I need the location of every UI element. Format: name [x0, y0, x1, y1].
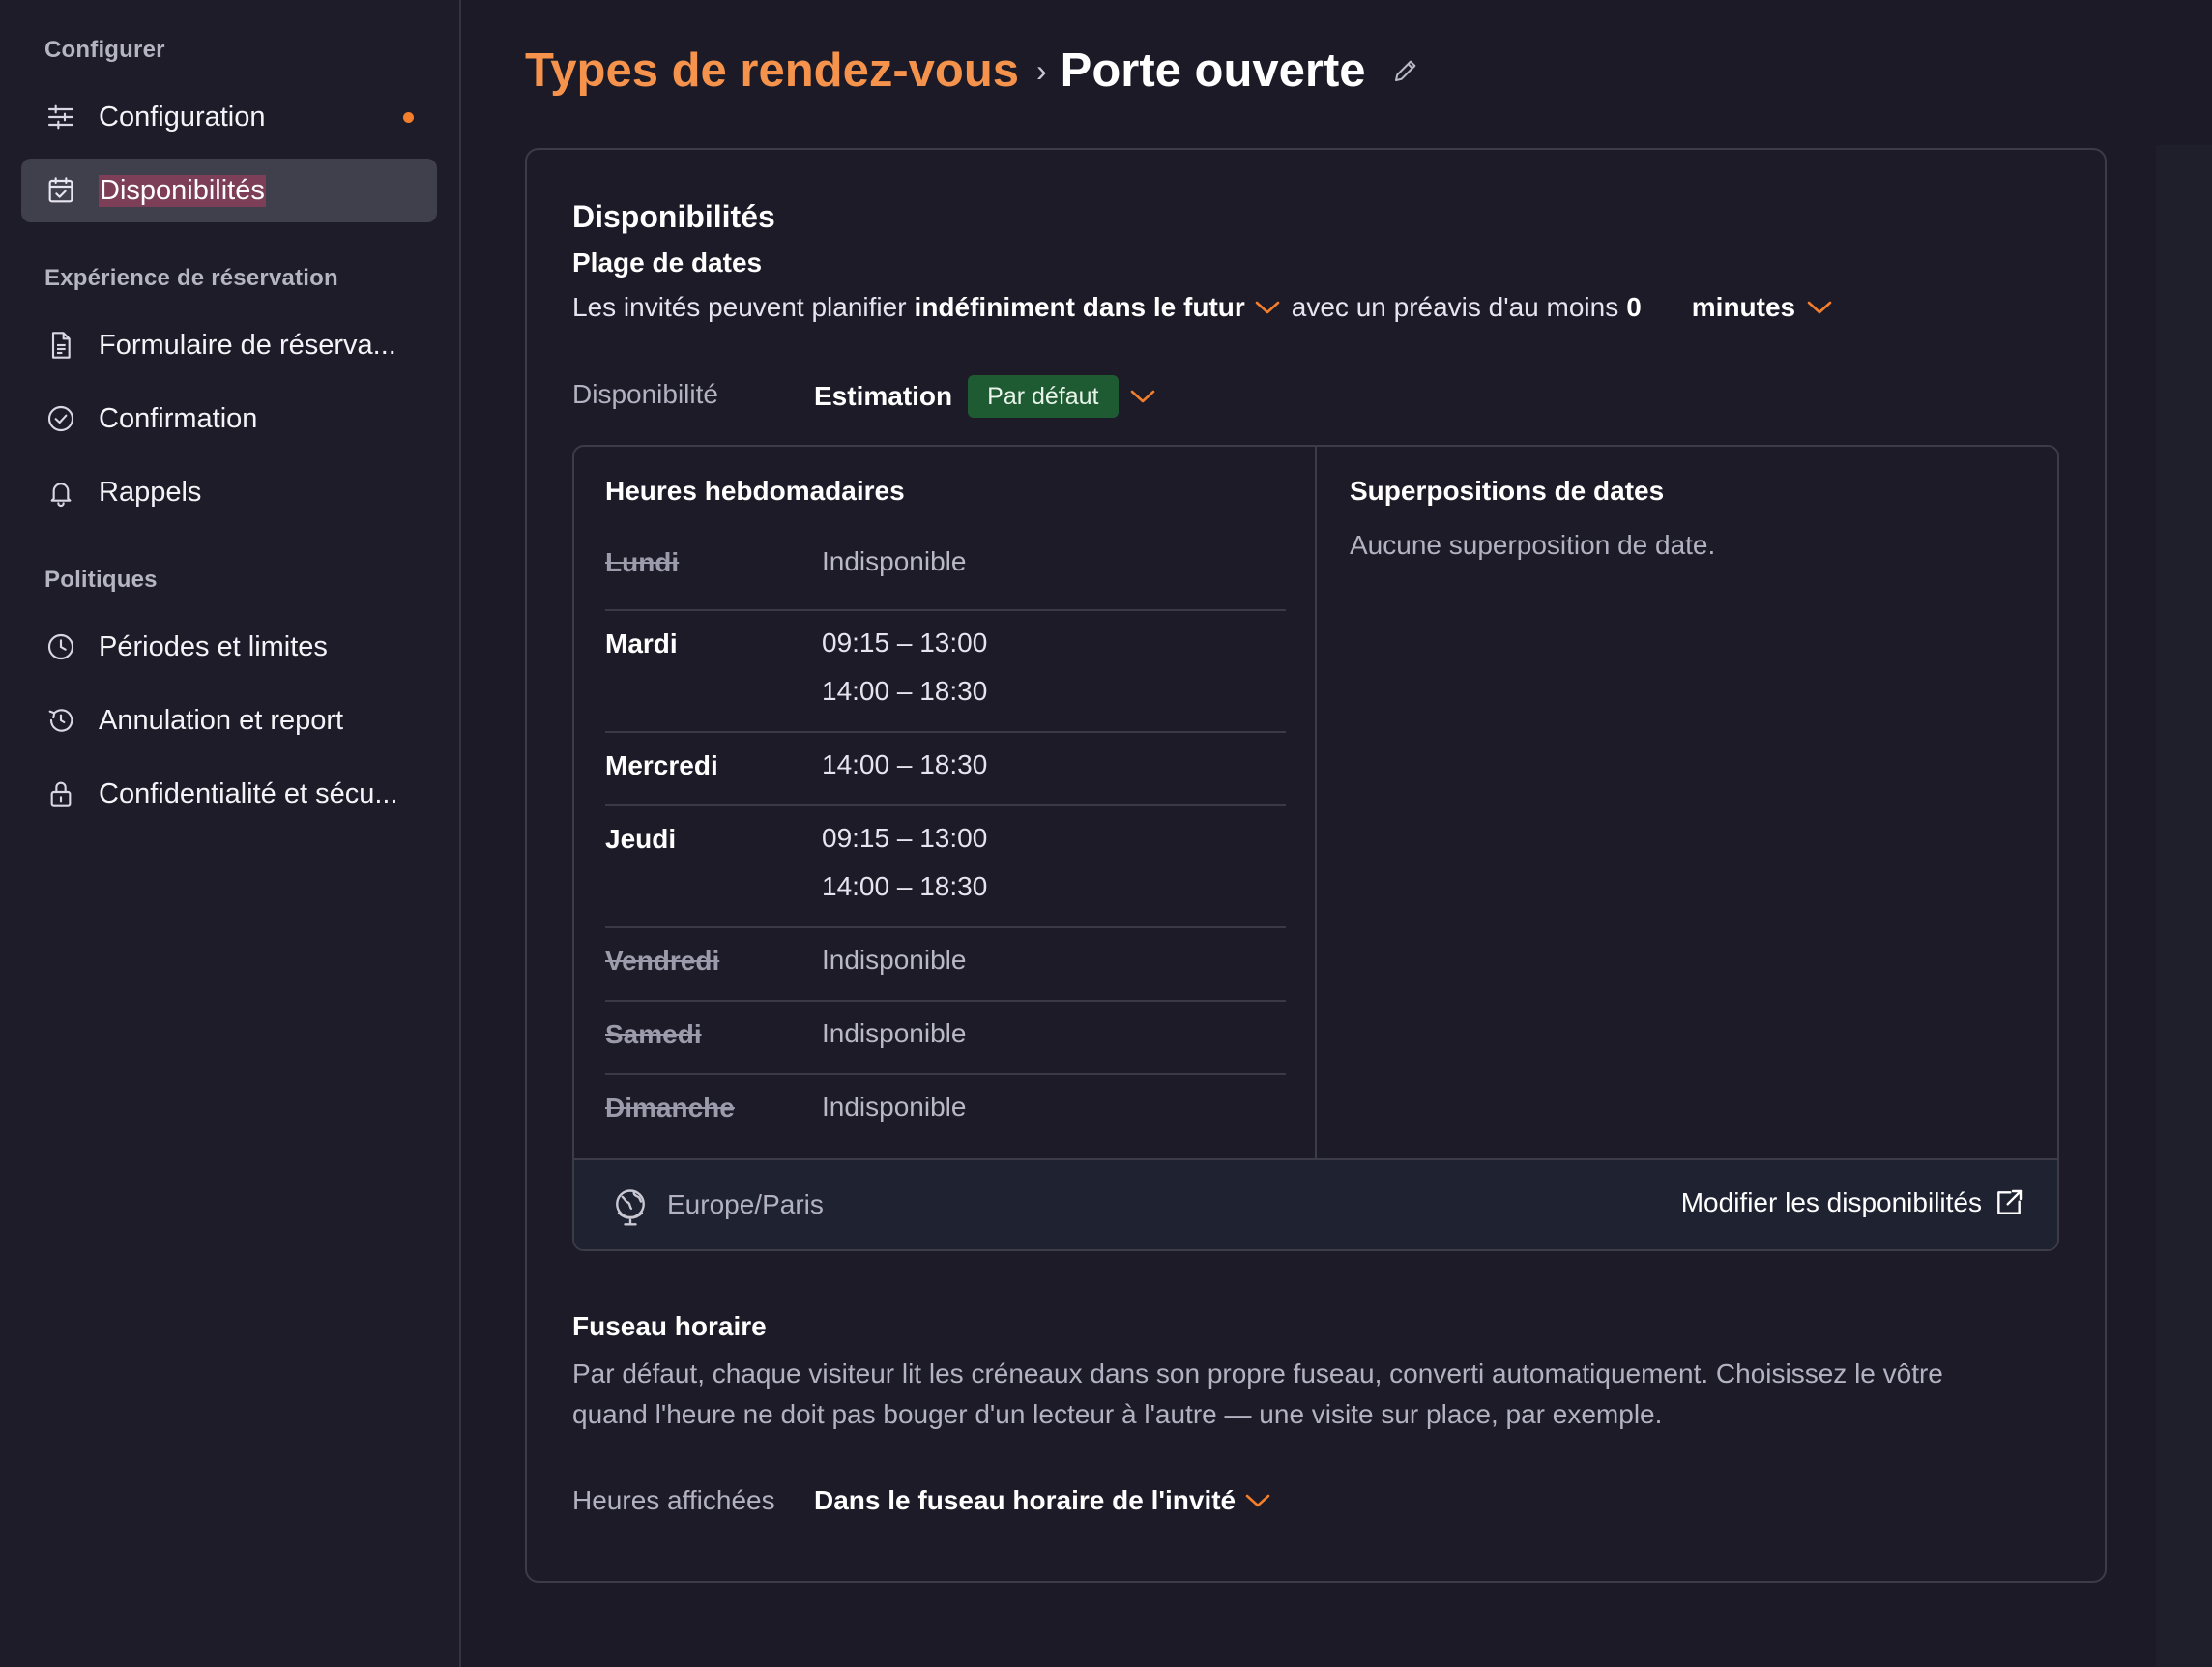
- globe-icon: [616, 1189, 645, 1226]
- chevron-down-icon[interactable]: [1128, 388, 1157, 405]
- notice-unit-select[interactable]: minutes: [1692, 292, 1795, 323]
- timezone-description-line1: Par défaut, chaque visiteur lit les crén…: [572, 1359, 1943, 1389]
- sidebar-section-experience: Expérience de réservation: [44, 265, 338, 291]
- sidebar-item-confidentialite[interactable]: Confidentialité et sécu...: [21, 762, 437, 826]
- date-range-heading: Plage de dates: [572, 248, 763, 278]
- day-hours: 09:15 – 13:00: [822, 628, 988, 658]
- sidebar-item-label: Disponibilités: [99, 174, 266, 207]
- timezone-description-line2: quand l'heure ne doit pas bouger d'un le…: [572, 1399, 1663, 1429]
- table-row: Jeudi 09:15 – 13:00 14:00 – 18:30: [605, 806, 1286, 928]
- timezone-heading: Fuseau horaire: [572, 1311, 767, 1341]
- day-name: Samedi: [605, 1019, 702, 1049]
- sidebar-item-disponibilites[interactable]: Disponibilités: [21, 159, 437, 222]
- bell-icon: [44, 476, 77, 509]
- date-overrides-heading: Superpositions de dates: [1350, 476, 1665, 506]
- table-row: Lundi Indisponible: [605, 538, 1286, 611]
- schedule-name: Estimation: [814, 381, 953, 411]
- edit-availability-link[interactable]: Modifier les disponibilités: [1681, 1187, 2024, 1218]
- sidebar-section-politiques: Politiques: [44, 567, 158, 593]
- day-name: Mardi: [605, 629, 678, 658]
- external-link-icon: [1997, 1189, 2023, 1214]
- schedule-footer: Europe/Paris Modifier les disponibilités: [574, 1158, 2057, 1249]
- sidebar-item-label: Configuration: [99, 101, 266, 132]
- table-row: Dimanche Indisponible: [605, 1075, 1286, 1149]
- unsaved-indicator-dot: [403, 112, 414, 123]
- weekly-hours-panel: Heures hebdomadaires Lundi Indisponible …: [574, 447, 1317, 1158]
- availability-label: Disponibilité: [572, 379, 718, 409]
- table-row: Mardi 09:15 – 13:00 14:00 – 18:30: [605, 611, 1286, 733]
- table-row: Samedi Indisponible: [605, 1002, 1286, 1075]
- card-title: Disponibilités: [572, 199, 775, 234]
- day-name: Dimanche: [605, 1093, 735, 1123]
- sidebar-item-confirmation[interactable]: Confirmation: [21, 387, 437, 451]
- displayed-hours-value: Dans le fuseau horaire de l'invité: [814, 1485, 1237, 1515]
- timezone-label: Europe/Paris: [667, 1189, 824, 1219]
- availability-schedule-box: Heures hebdomadaires Lundi Indisponible …: [572, 445, 2059, 1251]
- day-hours: 14:00 – 18:30: [822, 871, 988, 901]
- pencil-icon[interactable]: [1391, 56, 1420, 85]
- notice-value-input[interactable]: 0: [1626, 292, 1642, 323]
- breadcrumb-separator: ›: [1036, 52, 1047, 88]
- sidebar-item-label: Confidentialité et sécu...: [99, 777, 398, 809]
- date-overrides-panel: Superpositions de dates Aucune superposi…: [1319, 447, 2057, 1158]
- page-title: Porte ouverte: [1060, 44, 1366, 97]
- sidebar: Configurer Configuration Disponibilités …: [0, 0, 461, 1667]
- table-row: Mercredi 14:00 – 18:30: [605, 733, 1286, 806]
- right-panel-edge: [2156, 145, 2212, 1667]
- day-hours: 14:00 – 18:30: [822, 749, 988, 779]
- clock-icon: [44, 630, 77, 663]
- sidebar-section-configurer: Configurer: [44, 37, 165, 63]
- schedule-selector[interactable]: Estimation Par défaut: [814, 375, 1157, 418]
- day-name: Mercredi: [605, 750, 718, 780]
- day-hours: Indisponible: [822, 546, 967, 576]
- date-range-sentence: Les invités peuvent planifier indéfinime…: [572, 292, 1834, 323]
- sidebar-item-formulaire[interactable]: Formulaire de réserva...: [21, 313, 437, 377]
- day-hours: 14:00 – 18:30: [822, 676, 988, 706]
- displayed-hours-label: Heures affichées: [572, 1485, 775, 1515]
- sidebar-item-configuration[interactable]: Configuration: [21, 85, 437, 149]
- day-hours: Indisponible: [822, 1018, 967, 1048]
- breadcrumb: Types de rendez-vous › Porte ouverte: [525, 39, 1420, 102]
- day-name: Jeudi: [605, 824, 677, 854]
- document-icon: [44, 329, 77, 362]
- calendar-check-icon: [44, 174, 77, 207]
- sidebar-item-annulation[interactable]: Annulation et report: [21, 688, 437, 752]
- day-name: Lundi: [605, 547, 680, 577]
- sidebar-item-label: Confirmation: [99, 402, 258, 434]
- history-icon: [44, 704, 77, 737]
- chevron-down-icon[interactable]: [1243, 1492, 1272, 1509]
- day-name: Vendredi: [605, 946, 720, 976]
- check-circle-icon: [44, 402, 77, 435]
- date-overrides-empty: Aucune superposition de date.: [1350, 530, 1716, 560]
- sidebar-item-label: Annulation et report: [99, 704, 344, 736]
- chevron-down-icon[interactable]: [1253, 299, 1282, 316]
- day-hours: Indisponible: [822, 1092, 967, 1122]
- sidebar-item-label: Périodes et limites: [99, 630, 328, 662]
- sidebar-item-label: Rappels: [99, 476, 202, 508]
- sidebar-item-periodes[interactable]: Périodes et limites: [21, 615, 437, 679]
- breadcrumb-parent-link[interactable]: Types de rendez-vous: [525, 44, 1019, 98]
- displayed-hours-select[interactable]: Dans le fuseau horaire de l'invité: [814, 1485, 1272, 1516]
- default-badge: Par défaut: [968, 375, 1119, 418]
- weekly-hours-heading: Heures hebdomadaires: [605, 476, 905, 506]
- edit-availability-label: Modifier les disponibilités: [1680, 1187, 1982, 1217]
- lock-icon: [44, 777, 77, 810]
- day-hours: 09:15 – 13:00: [822, 823, 988, 853]
- sidebar-item-rappels[interactable]: Rappels: [21, 460, 437, 524]
- table-row: Vendredi Indisponible: [605, 928, 1286, 1002]
- day-hours: Indisponible: [822, 945, 967, 975]
- date-range-middle: avec un préavis d'au moins: [1291, 292, 1619, 322]
- sidebar-item-label: Formulaire de réserva...: [99, 329, 396, 361]
- chevron-down-icon[interactable]: [1805, 299, 1834, 316]
- date-range-horizon-select[interactable]: indéfiniment dans le futur: [915, 292, 1245, 323]
- sliders-icon: [44, 101, 77, 133]
- date-range-prefix: Les invités peuvent planifier: [572, 292, 907, 322]
